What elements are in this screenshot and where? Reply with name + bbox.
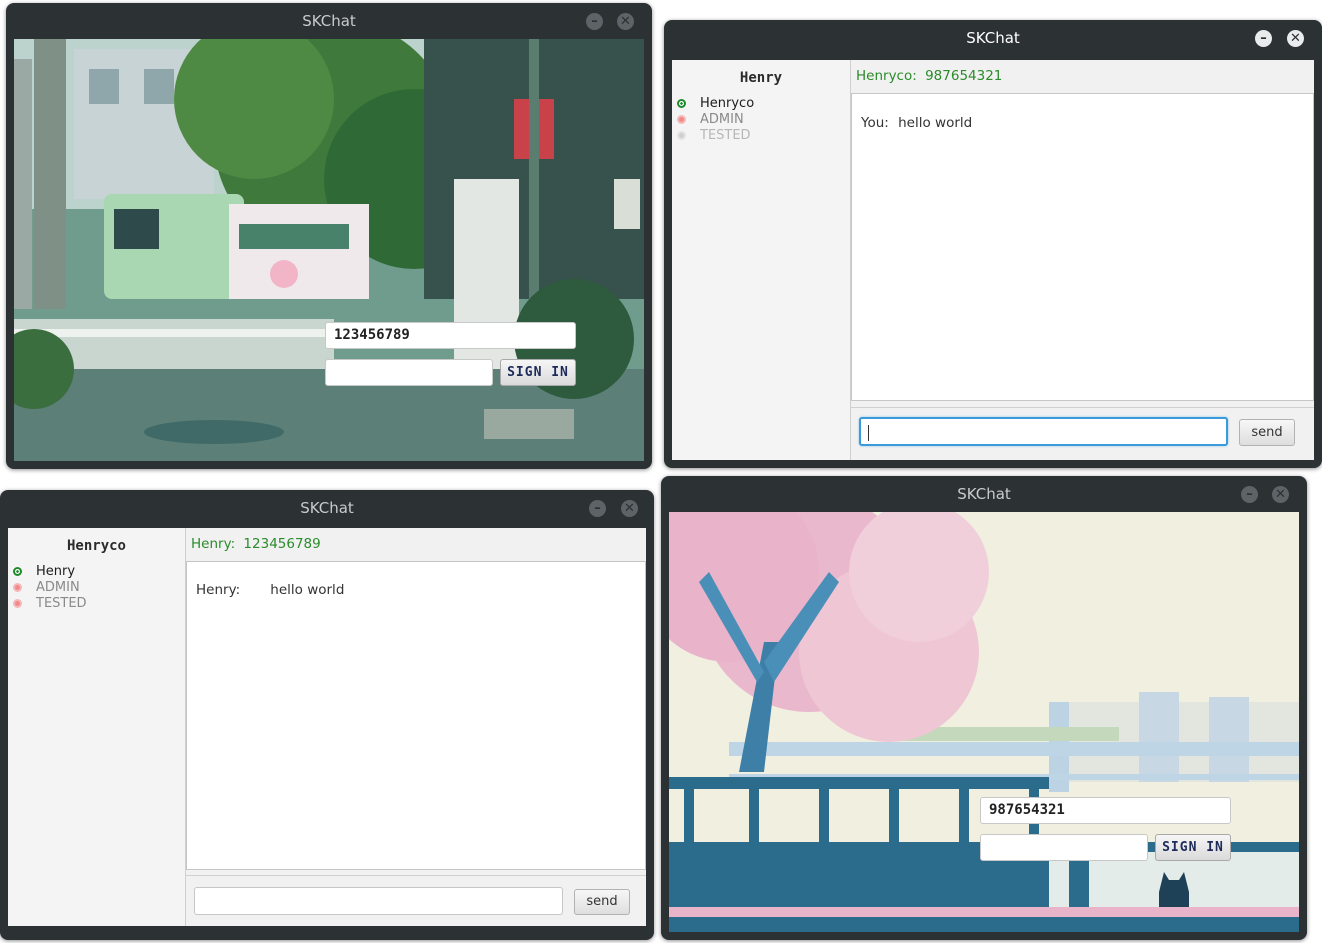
window-title: SKChat	[302, 12, 356, 30]
composer-bar: send	[851, 407, 1314, 460]
contact-list: Henry ADMIN TESTED	[8, 564, 185, 612]
sign-in-button[interactable]: SIGN IN	[500, 359, 576, 386]
contact-item[interactable]: TESTED	[8, 596, 185, 612]
username-field[interactable]: 123456789	[325, 322, 576, 349]
background-illustration	[669, 512, 1299, 932]
background-illustration	[14, 39, 644, 461]
text-caret	[868, 425, 869, 441]
offline-status-icon	[13, 599, 22, 608]
window-title: SKChat	[966, 29, 1020, 47]
message-row: Henry: hello world	[196, 582, 344, 598]
title-bar[interactable]: SKChat – ✕	[6, 3, 652, 39]
contact-item[interactable]: ADMIN	[672, 112, 850, 128]
online-status-icon	[13, 567, 22, 576]
contact-name: Henry	[36, 564, 76, 579]
chat-partner-id: 987654321	[925, 68, 1003, 84]
message-sender: You:	[861, 115, 889, 131]
message-sender: Henry:	[196, 582, 241, 598]
contact-item[interactable]: Henryco	[672, 96, 850, 112]
offline-status-icon	[13, 583, 22, 592]
minimize-icon[interactable]: –	[1255, 30, 1272, 47]
title-bar[interactable]: SKChat – ✕	[0, 490, 654, 526]
contacts-sidebar: Henryco Henry ADMIN TESTED	[8, 528, 186, 926]
chat-panel: Henryco Henry ADMIN TESTED Henry: 123456…	[8, 528, 646, 926]
composer-bar: send	[186, 875, 646, 926]
contact-name: TESTED	[700, 128, 751, 143]
login-panel: 123456789 SIGN IN	[14, 39, 644, 461]
login-window-1: SKChat – ✕ 123456789 SIGN IN	[6, 3, 652, 469]
close-icon[interactable]: ✕	[621, 500, 638, 517]
chat-panel: Henry Henryco ADMIN TESTED Henryco: 9876…	[672, 60, 1314, 460]
send-button[interactable]: send	[1239, 419, 1295, 446]
minimize-icon[interactable]: –	[586, 13, 603, 30]
contact-item[interactable]: Henry	[8, 564, 185, 580]
minimize-icon[interactable]: –	[1241, 486, 1258, 503]
chat-partner-name: Henryco:	[856, 68, 917, 84]
offline-status-icon	[677, 115, 686, 124]
current-user-label: Henry	[739, 70, 783, 86]
chat-window-henry: SKChat – ✕ Henry Henryco ADMIN TESTED He…	[664, 20, 1322, 468]
message-text: hello world	[270, 582, 345, 598]
sign-in-button[interactable]: SIGN IN	[1155, 834, 1231, 861]
window-title: SKChat	[957, 485, 1011, 503]
contact-name: Henryco	[700, 96, 755, 111]
username-field[interactable]: 987654321	[980, 797, 1231, 824]
current-user-label: Henryco	[66, 538, 126, 554]
chat-header: Henryco: 987654321	[851, 60, 1314, 92]
idle-status-icon	[677, 131, 686, 140]
minimize-icon[interactable]: –	[589, 500, 606, 517]
message-history[interactable]: Henry: hello world	[186, 561, 646, 870]
send-button[interactable]: send	[574, 889, 630, 915]
chat-partner-id: 123456789	[243, 536, 321, 552]
contacts-sidebar: Henry Henryco ADMIN TESTED	[672, 60, 851, 460]
window-title: SKChat	[300, 499, 354, 517]
login-panel: 987654321 SIGN IN	[669, 512, 1299, 932]
message-input[interactable]	[859, 417, 1228, 446]
message-row: You: hello world	[861, 115, 972, 131]
message-input[interactable]	[194, 887, 563, 915]
close-icon[interactable]: ✕	[1287, 30, 1304, 47]
message-text: hello world	[898, 115, 973, 131]
contact-item[interactable]: TESTED	[672, 128, 850, 144]
chat-header: Henry: 123456789	[186, 528, 646, 560]
title-bar[interactable]: SKChat – ✕	[664, 20, 1322, 56]
contact-list: Henryco ADMIN TESTED	[672, 96, 850, 144]
chat-partner-name: Henry:	[191, 536, 236, 552]
online-status-icon	[677, 99, 686, 108]
message-history[interactable]: You: hello world	[851, 93, 1314, 401]
login-window-2: SKChat – ✕ 987654321 SIGN IN	[661, 476, 1307, 940]
password-field[interactable]	[980, 834, 1148, 861]
close-icon[interactable]: ✕	[1272, 486, 1289, 503]
contact-name: TESTED	[36, 596, 87, 611]
contact-name: ADMIN	[36, 580, 80, 595]
contact-item[interactable]: ADMIN	[8, 580, 185, 596]
password-field[interactable]	[325, 359, 493, 386]
chat-window-henryco: SKChat – ✕ Henryco Henry ADMIN TESTED He…	[0, 490, 654, 940]
title-bar[interactable]: SKChat – ✕	[661, 476, 1307, 512]
close-icon[interactable]: ✕	[617, 13, 634, 30]
contact-name: ADMIN	[700, 112, 744, 127]
